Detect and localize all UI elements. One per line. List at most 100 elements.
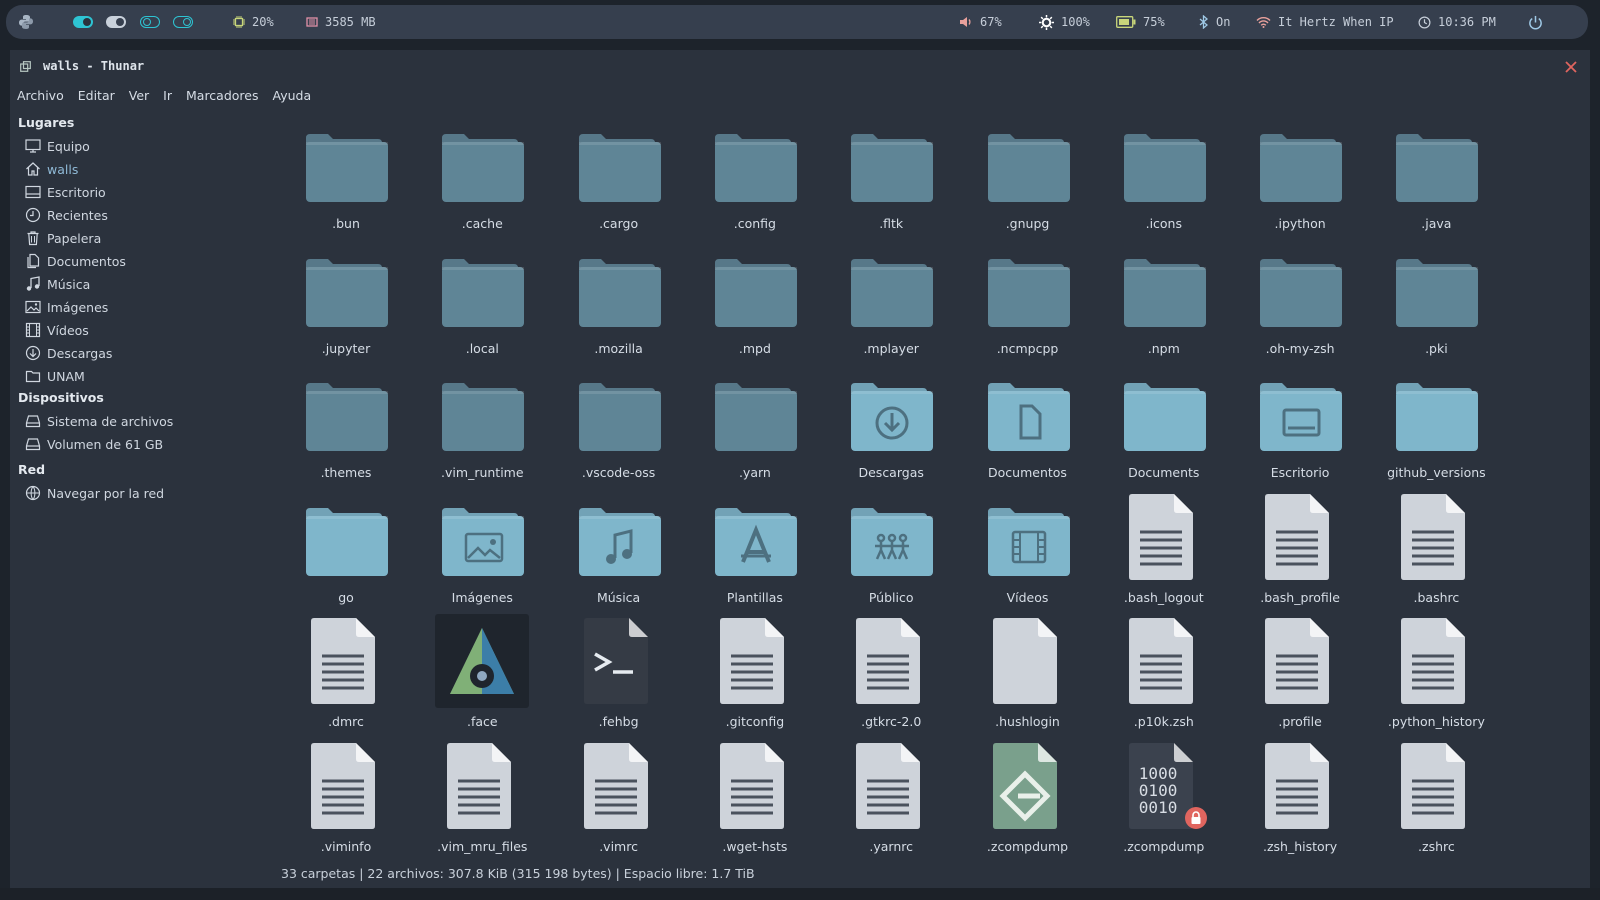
folder-item[interactable]: .ipython	[1240, 116, 1360, 240]
python-icon[interactable]	[18, 5, 34, 39]
folder-item[interactable]: .bun	[286, 116, 406, 240]
folder-item[interactable]: .yarn	[695, 365, 815, 489]
file-item[interactable]: .vimrc	[559, 739, 679, 858]
toggle-icon[interactable]	[106, 16, 126, 28]
folder-item[interactable]: .vim_runtime	[422, 365, 542, 489]
file-icon-view[interactable]: .bun .cache .cargo .config .fltk .gnupg .icons…	[272, 112, 1590, 858]
folder-item[interactable]: .config	[695, 116, 815, 240]
close-icon[interactable]	[1562, 58, 1580, 76]
sidebar-item-imagenes[interactable]: Imágenes	[25, 296, 265, 318]
power-icon[interactable]	[1528, 5, 1543, 39]
folder-item[interactable]: .local	[422, 241, 542, 365]
sidebar-item-papelera[interactable]: Papelera	[25, 227, 265, 249]
cpu-indicator[interactable]: 20%	[233, 5, 274, 39]
file-name-label: .zcompdump	[986, 839, 1069, 854]
folder-item[interactable]: .pki	[1376, 241, 1496, 365]
memory-indicator[interactable]: 3585 MB	[306, 5, 376, 39]
file-item[interactable]: .viminfo	[286, 739, 406, 858]
file-item[interactable]: .face	[422, 614, 542, 738]
folder-item[interactable]: .mpd	[695, 241, 815, 365]
folder-item[interactable]: .ncmpcpp	[968, 241, 1088, 365]
folder-item[interactable]: .java	[1376, 116, 1496, 240]
file-item[interactable]: 1000 0100 0010 .zcompdump	[1104, 739, 1224, 858]
folder-item[interactable]: .cargo	[559, 116, 679, 240]
file-item[interactable]: .yarnrc	[831, 739, 951, 858]
toggle-icon[interactable]	[73, 16, 93, 28]
file-name-label: .vim_mru_files	[437, 839, 528, 854]
menu-marcadores[interactable]: Marcadores	[179, 84, 266, 108]
folder-item[interactable]: .gnupg	[968, 116, 1088, 240]
file-item[interactable]: .fehbg	[559, 614, 679, 738]
folder-item[interactable]: Vídeos	[968, 490, 1088, 614]
sidebar-item-label: Imágenes	[47, 299, 109, 315]
sidebar-item-musica[interactable]: Música	[25, 273, 265, 295]
folder-item[interactable]: .themes	[286, 365, 406, 489]
folder-item[interactable]: Plantillas	[695, 490, 815, 614]
folder-item[interactable]: .mozilla	[559, 241, 679, 365]
file-name-label: .bashrc	[1413, 589, 1460, 605]
bluetooth-indicator[interactable]: On	[1199, 5, 1230, 39]
file-item[interactable]: .vim_mru_files	[422, 739, 542, 858]
menu-ver[interactable]: Ver	[122, 84, 156, 108]
sidebar-item-sistema-de-archivos[interactable]: Sistema de archivos	[25, 410, 265, 432]
sidebar-item-documentos[interactable]: Documentos	[25, 250, 265, 272]
file-item[interactable]: .python_history	[1376, 614, 1496, 738]
sidebar-item-volumen[interactable]: Volumen de 61 GB	[25, 433, 265, 455]
folder-item[interactable]: Escritorio	[1240, 365, 1360, 489]
sidebar-item-unam[interactable]: UNAM	[25, 365, 265, 387]
file-item[interactable]: .zcompdump	[968, 739, 1088, 858]
file-item[interactable]: .zshrc	[1376, 739, 1496, 858]
wifi-indicator[interactable]: It Hertz When IP	[1256, 5, 1394, 39]
brightness-indicator[interactable]: 100%	[1039, 5, 1090, 39]
file-item[interactable]: .wget-hsts	[695, 739, 815, 858]
file-item[interactable]: .gtkrc-2.0	[831, 614, 951, 738]
file-item[interactable]: .bash_logout	[1104, 490, 1224, 614]
folder-item[interactable]: .npm	[1104, 241, 1224, 365]
title-bar[interactable]: walls - Thunar	[10, 50, 1590, 84]
volume-indicator[interactable]: 67%	[959, 5, 1002, 39]
toggle-icon[interactable]	[140, 16, 160, 28]
folder-icon	[968, 116, 1088, 212]
folder-item[interactable]: Documents	[1104, 365, 1224, 489]
file-item[interactable]: .p10k.zsh	[1104, 614, 1224, 738]
folder-item[interactable]: .vscode-oss	[559, 365, 679, 489]
folder-item[interactable]: .fltk	[831, 116, 951, 240]
file-item[interactable]: .profile	[1240, 614, 1360, 738]
folder-item[interactable]: Música	[559, 490, 679, 614]
folder-item[interactable]: Público	[831, 490, 951, 614]
folder-icon	[422, 116, 542, 212]
folder-item[interactable]: Imágenes	[422, 490, 542, 614]
sidebar-item-navegar-red[interactable]: Navegar por la red	[25, 482, 265, 504]
folder-item[interactable]: Documentos	[968, 365, 1088, 489]
menu-ayuda[interactable]: Ayuda	[266, 84, 319, 108]
folder-item[interactable]: .cache	[422, 116, 542, 240]
sidebar-item-escritorio[interactable]: Escritorio	[25, 181, 265, 203]
sidebar-item-recientes[interactable]: Recientes	[25, 204, 265, 226]
folder-icon	[559, 365, 679, 461]
sidebar-item-videos[interactable]: Vídeos	[25, 319, 265, 341]
folder-item[interactable]: github_versions	[1376, 365, 1496, 489]
battery-indicator[interactable]: 75%	[1116, 5, 1165, 39]
file-item[interactable]: .zsh_history	[1240, 739, 1360, 858]
file-item[interactable]: .hushlogin	[968, 614, 1088, 738]
sidebar-item-descargas[interactable]: Descargas	[25, 342, 265, 364]
folder-item[interactable]: Descargas	[831, 365, 951, 489]
toggle-icon[interactable]	[173, 16, 193, 28]
file-item[interactable]: .dmrc	[286, 614, 406, 738]
file-item[interactable]: .bashrc	[1376, 490, 1496, 614]
sidebar-item-walls[interactable]: walls	[25, 158, 265, 180]
menu-archivo[interactable]: Archivo	[10, 84, 71, 108]
folder-item[interactable]: .mplayer	[831, 241, 951, 365]
file-name-label: Música	[596, 589, 641, 605]
file-item[interactable]: .gitconfig	[695, 614, 815, 738]
sidebar-item-equipo[interactable]: Equipo	[25, 135, 265, 157]
clock-indicator[interactable]: 10:36 PM	[1418, 5, 1496, 39]
folder-item[interactable]: go	[286, 490, 406, 614]
menu-editar[interactable]: Editar	[71, 84, 122, 108]
folder-item[interactable]: .oh-my-zsh	[1240, 241, 1360, 365]
menu-ir[interactable]: Ir	[156, 84, 179, 108]
file-item[interactable]: .bash_profile	[1240, 490, 1360, 614]
folder-item[interactable]: .jupyter	[286, 241, 406, 365]
file-name-label: .dmrc	[328, 714, 364, 730]
folder-item[interactable]: .icons	[1104, 116, 1224, 240]
